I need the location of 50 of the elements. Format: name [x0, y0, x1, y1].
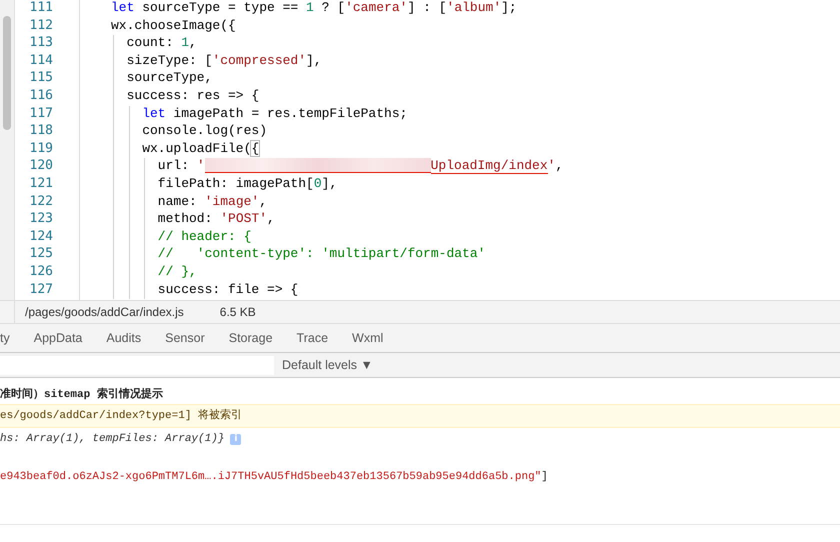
- code-line: name: 'image',: [111, 194, 840, 212]
- code-line: // },: [111, 264, 840, 282]
- line-number: 114: [28, 52, 54, 70]
- code-line: url: ' UploadImg/index',: [111, 158, 840, 176]
- code-line: filePath: imagePath[0],: [111, 176, 840, 194]
- line-number: 124: [28, 228, 54, 246]
- line-number: 113: [28, 35, 54, 52]
- line-number: 120: [28, 158, 54, 176]
- console-message: hs: Array(1), tempFiles: Array(1)}: [0, 432, 224, 447]
- code-line: method: 'POST',: [111, 211, 840, 229]
- line-number: 115: [28, 70, 54, 88]
- file-size: 6.5 KB: [220, 304, 256, 321]
- console-message: es/goods/addCar/index?type=1] 将被索引: [0, 404, 840, 428]
- line-number: 123: [28, 211, 54, 228]
- panel-tab[interactable]: Trace: [284, 324, 340, 352]
- line-number: 119: [28, 140, 54, 158]
- code-line: sizeType: ['compressed'],: [111, 52, 840, 70]
- code-line: sourceType,: [111, 70, 840, 88]
- line-number: 116: [28, 88, 54, 105]
- panel-tab[interactable]: Audits: [94, 324, 154, 352]
- line-number: 117: [28, 106, 54, 123]
- line-number: 111: [28, 0, 54, 17]
- code-line: // 'content-type': 'multipart/form-data': [111, 246, 840, 264]
- levels-dropdown[interactable]: Default levels ▼: [282, 358, 373, 372]
- line-number: 112: [28, 18, 54, 35]
- code-line: wx.chooseImage({: [111, 18, 237, 35]
- file-path: /pages/goods/addCar/index.js: [25, 304, 184, 321]
- code-line: success: res => {: [111, 88, 840, 106]
- panel-tab[interactable]: Storage: [216, 324, 285, 352]
- console-message: e943beaf0d.o6zAJs2-xgo6PmTM7L6m….iJ7TH5vAU5fHd5beeb437eb13567b59ab95e94dd6a5b.png": [0, 470, 542, 485]
- scrollbar-thumb[interactable]: [3, 16, 11, 130]
- code-line: wx.uploadFile({: [111, 140, 840, 158]
- line-number: 122: [28, 194, 54, 211]
- bracket-text: ]: [541, 471, 548, 483]
- line-number: 125: [28, 246, 54, 264]
- code-line: console.log(res): [111, 123, 840, 141]
- panel-tab[interactable]: Sensor: [153, 324, 217, 352]
- code-line: count: 1,: [111, 35, 840, 53]
- panel-tab[interactable]: AppData: [22, 324, 94, 352]
- panel-tab[interactable]: Wxml: [340, 324, 396, 352]
- line-number: 127: [28, 282, 54, 298]
- line-number: 118: [28, 123, 54, 140]
- code-line: let imagePath = res.tempFilePaths;: [111, 106, 840, 124]
- line-number: 121: [28, 176, 54, 193]
- line-number: 126: [28, 264, 54, 281]
- panel-tab[interactable]: ty: [0, 324, 22, 352]
- code-line: // header: {: [111, 228, 840, 246]
- code-line: success: file => {: [111, 282, 840, 300]
- console-message: 准时间）sitemap 索引情况提示: [0, 386, 164, 403]
- code-line: let sourceType = type == 1 ? ['camera'] : ['album'];: [111, 0, 518, 17]
